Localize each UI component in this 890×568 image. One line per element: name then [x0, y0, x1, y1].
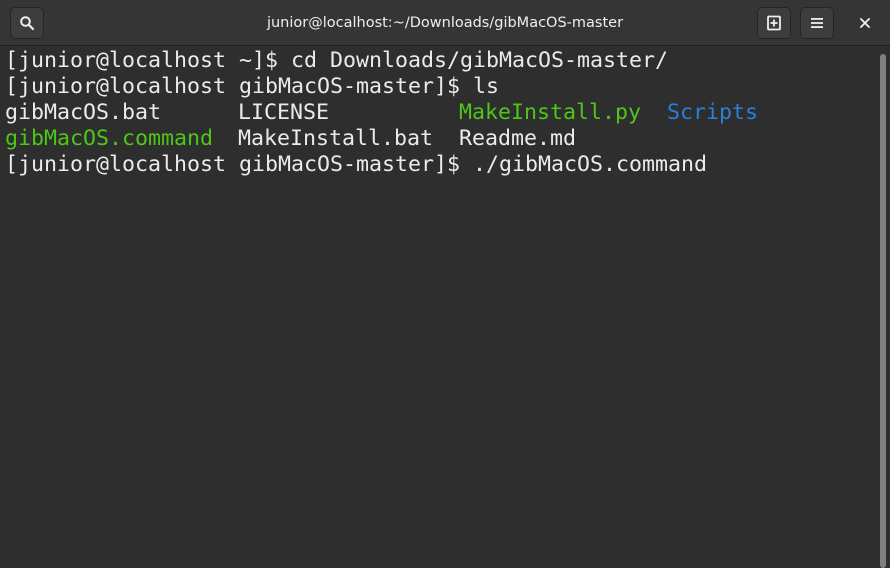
close-button[interactable] [848, 7, 882, 39]
search-button[interactable] [10, 7, 44, 39]
search-icon [20, 16, 35, 31]
terminal-line: [junior@localhost gibMacOS-master]$ ./gi… [5, 152, 708, 177]
ls-entry-executable: MakeInstall.py [459, 100, 642, 125]
menu-button[interactable] [800, 7, 834, 39]
new-tab-icon [767, 15, 781, 31]
ls-entry-executable: gibMacOS.command [5, 126, 214, 151]
window-title: junior@localhost:~/Downloads/gibMacOS-ma… [266, 15, 624, 31]
scrollbar-thumb[interactable] [880, 54, 886, 568]
terminal-window: junior@localhost:~/Downloads/gibMacOS-ma… [0, 0, 890, 568]
ls-entry-file: gibMacOS.bat [5, 100, 162, 125]
terminal-line: [junior@localhost gibMacOS-master]$ ls [5, 74, 500, 99]
ls-entry-directory: Scripts [667, 100, 759, 125]
terminal-line: [junior@localhost ~]$ cd Downloads/gibMa… [5, 48, 669, 73]
header-bar: junior@localhost:~/Downloads/gibMacOS-ma… [0, 0, 890, 46]
vertical-scrollbar[interactable] [876, 46, 890, 568]
hamburger-menu-icon [811, 18, 823, 28]
ls-entry-file: Readme.md [459, 126, 577, 151]
ls-entry-file: LICENSE [238, 100, 330, 125]
new-tab-button[interactable] [757, 7, 791, 39]
ls-entry-file: MakeInstall.bat [238, 126, 434, 151]
close-icon [860, 18, 870, 28]
